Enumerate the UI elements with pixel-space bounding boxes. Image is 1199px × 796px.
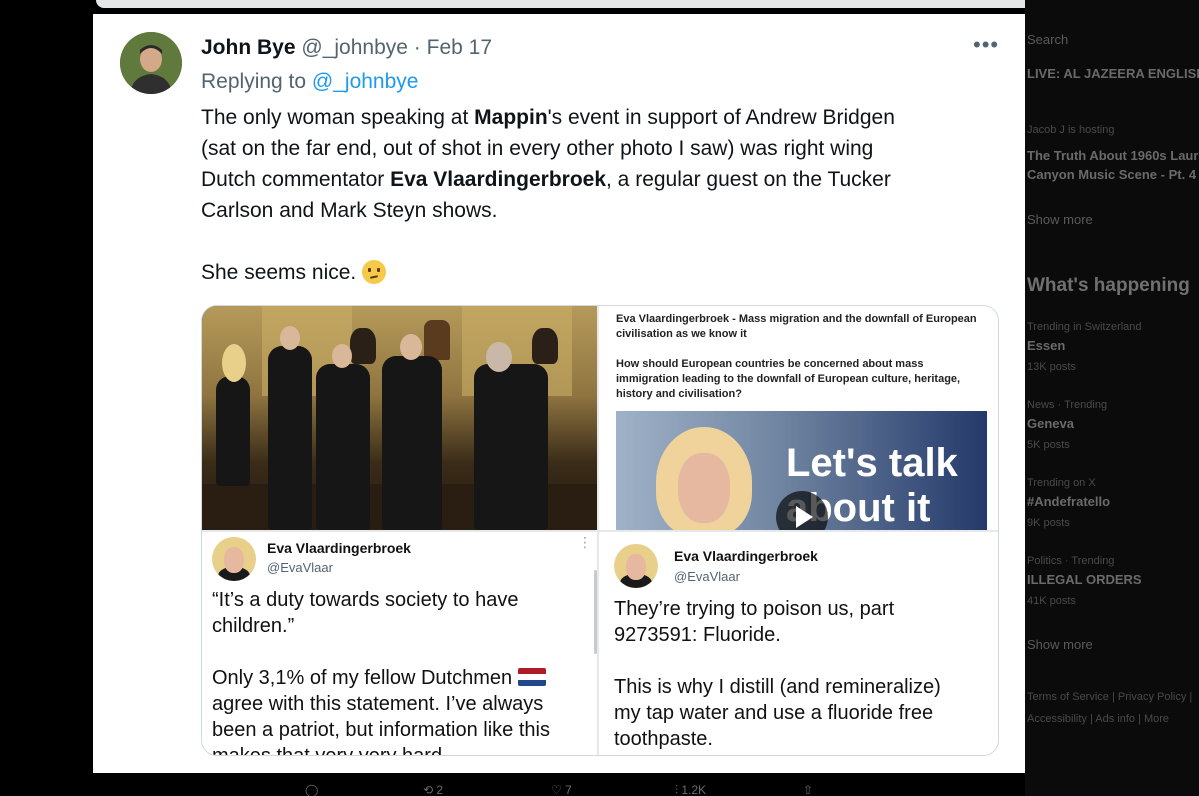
quoted-avatar-2: [614, 544, 658, 588]
reply-icon[interactable]: ◯: [305, 783, 318, 796]
quoted-2-line-3: This is why I distill (and remineralize): [614, 676, 941, 698]
sidebar-space-host: Jacob J is hosting: [1027, 124, 1115, 136]
sidebar-space-title-1[interactable]: The Truth About 1960s Laurel: [1027, 148, 1199, 163]
sidebar-search[interactable]: Search: [1027, 32, 1068, 47]
replying-handle[interactable]: @_johnbye: [312, 70, 419, 93]
quoted-tweet-1[interactable]: Eva Vlaardingerbroek @EvaVlaar ⋮ “It’s a…: [202, 532, 597, 756]
sidebar-live[interactable]: LIVE: AL JAZEERA ENGLISH: [1027, 66, 1199, 81]
quoted-name-1: Eva Vlaardingerbroek: [267, 540, 411, 556]
like-icon[interactable]: ♡ 7: [551, 783, 572, 796]
kebab-icon[interactable]: ⋮: [578, 534, 592, 551]
author-handle[interactable]: @_johnbye: [301, 36, 408, 59]
article-question: How should European countries be concern…: [616, 358, 961, 400]
right-sidebar: Search LIVE: AL JAZEERA ENGLISH Jacob J …: [1025, 0, 1199, 796]
quoted-2-line-2: 9273591: Fluoride.: [614, 624, 781, 646]
quoted-1-line-4: agree with this statement. I’ve always: [212, 693, 544, 715]
tweet-card[interactable]: John Bye @_johnbye · Feb 17 ••• Replying…: [93, 14, 1025, 773]
mention-eva: Eva Vlaardingerbroek: [390, 168, 607, 191]
trend-3-count: 9K posts: [1027, 517, 1070, 529]
quoted-1-line-6: makes that very very hard.: [212, 745, 448, 756]
left-margin: [0, 0, 93, 796]
separator-dot: ·: [413, 36, 421, 59]
clock-decor: [424, 320, 450, 360]
event-photo[interactable]: [202, 306, 597, 530]
video-thumbnail[interactable]: Let's talk about it: [616, 411, 987, 530]
views-icon[interactable]: ⫶ 1.2K: [675, 783, 706, 796]
replying-to: Replying to @_johnbye: [201, 70, 418, 94]
trend-4-count: 41K posts: [1027, 595, 1076, 607]
quoted-2-line-5: toothpaste.: [614, 728, 713, 750]
tweet-actions: ◯ ⟲ 2 ♡ 7 ⫶ 1.2K ⇧: [93, 775, 1025, 796]
tweet-text-line-3a: Dutch commentator: [201, 168, 391, 191]
mention-mappin: Mappin: [474, 106, 548, 129]
retweet-count: 2: [436, 783, 444, 796]
trend-1-category: Trending in Switzerland: [1027, 321, 1142, 333]
tweet-text-line-2: (sat on the far end, out of shot in ever…: [201, 137, 874, 160]
tweet-text: The only woman speaking at Mappin's even…: [201, 102, 1001, 288]
quoted-name-2: Eva Vlaardingerbroek: [674, 548, 818, 564]
trend-3-category: Trending on X: [1027, 477, 1096, 489]
quoted-2-line-4: my tap water and use a fluoride free: [614, 702, 934, 724]
like-count: 7: [565, 783, 572, 796]
quoted-1-line-1: “It’s a duty towards society to have: [212, 589, 519, 611]
tweet-text-line-1c: 's event in support of Andrew Bridgen: [547, 106, 895, 129]
quoted-text-1: “It’s a duty towards society to have chi…: [212, 587, 550, 756]
article-title: Eva Vlaardingerbroek - Mass migration an…: [616, 313, 977, 340]
tweet-header: John Bye @_johnbye · Feb 17: [201, 36, 492, 60]
share-icon[interactable]: ⇧: [803, 783, 813, 796]
sidebar-space-title-2[interactable]: Canyon Music Scene - Pt. 4: [1027, 167, 1196, 182]
retweet-icon[interactable]: ⟲ 2: [423, 783, 443, 796]
quoted-1-line-3: Only 3,1% of my fellow Dutchmen: [212, 667, 518, 689]
sidebar-heading: What's happening: [1027, 275, 1190, 296]
article-card[interactable]: Eva Vlaardingerbroek - Mass migration an…: [599, 306, 998, 530]
netherlands-flag-icon: [517, 668, 546, 686]
quoted-1-line-2: children.”: [212, 615, 295, 637]
face-with-rolling-eyes-icon: [362, 260, 387, 284]
tweet-date[interactable]: Feb 17: [427, 36, 492, 59]
trend-4-category: Politics · Trending: [1027, 555, 1115, 567]
author-name[interactable]: John Bye: [201, 36, 296, 59]
sidebar-footer-2[interactable]: Accessibility | Ads info | More: [1027, 713, 1169, 725]
browser-bar: [96, 0, 1184, 8]
trend-2-name[interactable]: Geneva: [1027, 416, 1074, 431]
tweet-text-line-3c: , a regular guest on the Tucker: [606, 168, 891, 191]
quoted-handle-2: @EvaVlaar: [674, 569, 740, 584]
quoted-2-line-1: They’re trying to poison us, part: [614, 598, 895, 620]
trend-1-count: 13K posts: [1027, 361, 1076, 373]
trend-3-name[interactable]: #Andefratello: [1027, 494, 1110, 509]
quoted-tweet-2[interactable]: Eva Vlaardingerbroek @EvaVlaar They’re t…: [599, 532, 998, 755]
tweet-text-line-4: Carlson and Mark Steyn shows.: [201, 199, 498, 222]
quoted-1-line-5: been a patriot, but information like thi…: [212, 719, 550, 741]
trend-2-count: 5K posts: [1027, 439, 1070, 451]
replying-prefix: Replying to: [201, 70, 307, 93]
quoted-text-2: They’re trying to poison us, part 927359…: [614, 596, 941, 752]
sidebar-footer-1[interactable]: Terms of Service | Privacy Policy |: [1027, 691, 1192, 703]
media-grid[interactable]: Eva Vlaardingerbroek - Mass migration an…: [201, 305, 999, 756]
sidebar-show-more-2[interactable]: Show more: [1027, 637, 1093, 652]
sidebar-show-more-1[interactable]: Show more: [1027, 212, 1093, 227]
trend-1-name[interactable]: Essen: [1027, 338, 1065, 353]
view-count: 1.2K: [681, 783, 707, 796]
more-options-icon[interactable]: •••: [973, 32, 999, 58]
author-avatar[interactable]: [120, 32, 182, 94]
quoted-avatar-1: [212, 537, 256, 581]
thumbnail-text-1: Let's talk: [786, 441, 958, 485]
trend-2-category: News · Trending: [1027, 399, 1108, 411]
tweet-text-line-1a: The only woman speaking at: [201, 106, 475, 129]
quoted-handle-1: @EvaVlaar: [267, 560, 333, 575]
tweet-text-line-5: She seems nice.: [201, 261, 363, 284]
trend-4-name[interactable]: ILLEGAL ORDERS: [1027, 572, 1142, 587]
